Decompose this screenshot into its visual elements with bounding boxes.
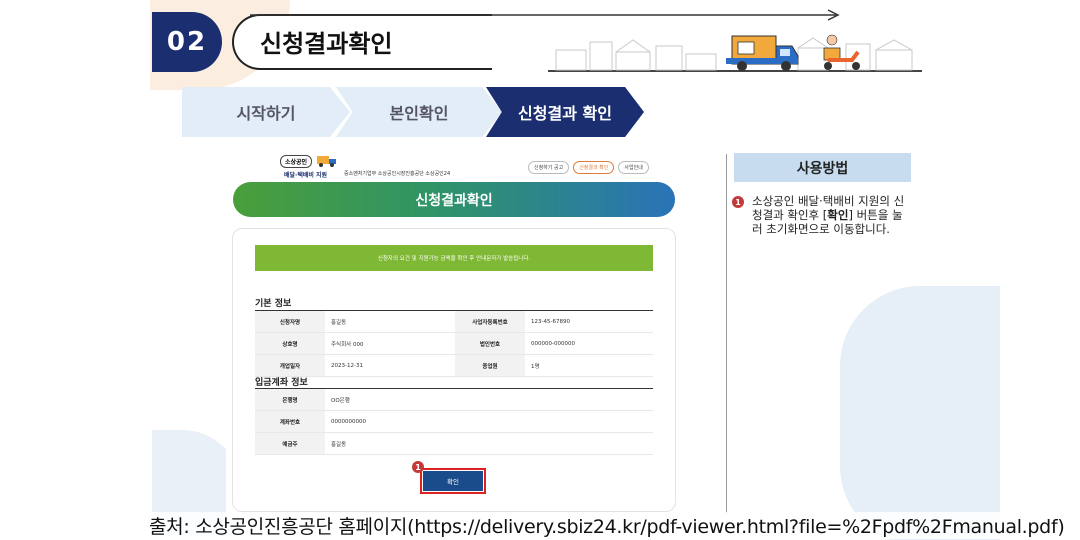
site-org-logos: 중소벤처기업부 소상공인시장진흥공단 소상공인24	[344, 171, 451, 177]
panel-divider	[726, 154, 727, 514]
result-notice: 신청자의 요건 및 지원가능 금액을 확인 후 안내문자가 발송됩니다.	[255, 245, 653, 271]
delivery-cityscape-icon	[555, 34, 913, 71]
step-marker-1: 1	[412, 461, 424, 473]
table-row: 상호명 주식회사 000 법인번호 000000-000000	[255, 333, 653, 355]
source-caption: 출처: 소상공인진흥공단 홈페이지(https://delivery.sbiz2…	[149, 512, 1065, 539]
confirm-button[interactable]: 확인	[423, 471, 483, 491]
page-title: 신청결과확인	[260, 30, 393, 58]
field-label: 은행명	[255, 389, 325, 410]
field-label: 사업자등록번호	[455, 311, 525, 332]
field-value: 주식회사 000	[325, 333, 455, 354]
table-row: 은행명 OO은행	[255, 389, 653, 411]
field-label: 법인번호	[455, 333, 525, 354]
site-nav-info[interactable]: 사업안내	[618, 161, 649, 174]
table-row: 신청자명 홍길동 사업자등록번호 123-45-67890	[255, 311, 653, 333]
field-label: 계좌번호	[255, 411, 325, 432]
basic-info-title: 기본 정보	[255, 299, 292, 309]
field-value: 2023-12-31	[325, 355, 455, 376]
decor-blob	[840, 286, 1000, 540]
site-nav: 신청하기 공고 신청결과 확인 사업안내	[528, 161, 649, 174]
site-logo-truck-icon	[317, 156, 337, 167]
field-value: 0000000000	[325, 411, 653, 432]
section-number-badge: 02	[152, 12, 222, 72]
field-label: 예금주	[255, 433, 325, 454]
field-value: 1명	[525, 355, 653, 376]
scooter-icon	[823, 34, 860, 70]
field-label: 종업원	[455, 355, 525, 376]
table-row: 개업일자 2023-12-31 종업원 1명	[255, 355, 653, 377]
header-arrow-icon	[250, 9, 840, 21]
usage-guide-text: 소상공인 배달·택배비 지원의 신청결과 확인후 [확인] 버튼을 눌러 초기화…	[752, 194, 912, 236]
field-value: OO은행	[325, 389, 653, 410]
bank-info-title: 입금계좌 정보	[255, 378, 308, 388]
field-value: 홍길동	[325, 311, 455, 332]
guide-text-bold: 확인	[827, 208, 849, 222]
step-start: 시작하기	[182, 87, 350, 137]
truck-icon	[726, 35, 799, 71]
step-identity-check: 본인확인	[336, 87, 502, 137]
field-value: 홍길동	[325, 433, 653, 454]
slide-stage: 02 신청결과확인 시작하기 본인확인 신청결과 확인 소상공인 배달·택배비 …	[0, 0, 1080, 540]
site-logo-text: 배달·택배비 지원	[284, 172, 328, 179]
site-nav-result[interactable]: 신청결과 확인	[573, 161, 615, 174]
site-nav-apply[interactable]: 신청하기 공고	[528, 161, 570, 174]
step-result-check-active: 신청결과 확인	[486, 87, 644, 137]
site-page-banner: 신청결과확인	[233, 182, 675, 217]
guide-marker-1: 1	[732, 196, 744, 208]
site-logo: 소상공인	[280, 154, 338, 168]
field-value: 123-45-67890	[525, 311, 653, 332]
usage-guide-title: 사용방법	[734, 153, 911, 182]
field-label: 신청자명	[255, 311, 325, 332]
site-logo-badge: 소상공인	[280, 154, 313, 168]
field-label: 개업일자	[255, 355, 325, 376]
table-row: 예금주 홍길동	[255, 433, 653, 455]
table-row: 계좌번호 0000000000	[255, 411, 653, 433]
field-label: 상호명	[255, 333, 325, 354]
field-value: 000000-000000	[525, 333, 653, 354]
